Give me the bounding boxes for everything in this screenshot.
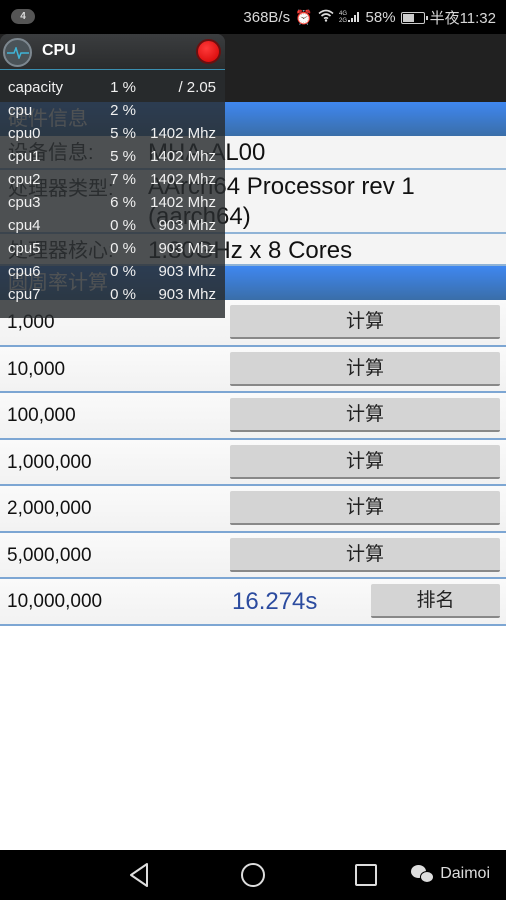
net-speed: 368B/s <box>243 9 291 26</box>
cpu-name: cpu1 <box>8 148 41 165</box>
calculate-button[interactable]: 计算 <box>230 491 500 525</box>
digits-label: 2,000,000 <box>7 498 92 519</box>
svg-text:4G: 4G <box>339 11 347 17</box>
cpu-stat-row: capacity 1 % / 2.05 <box>0 79 225 102</box>
cpu-freq: 1402 Mhz <box>150 125 216 142</box>
cpu-percent: 6 % <box>110 194 136 211</box>
digits-label: 10,000 <box>7 358 66 380</box>
cpu-freq: 903 Mhz <box>158 263 216 280</box>
cpu-name: cpu0 <box>8 125 41 142</box>
cpu-stat-row: cpu7 0 % 903 Mhz <box>0 286 225 309</box>
calc-row: 1,000,000 计算 <box>0 439 506 486</box>
calculate-button[interactable]: 计算 <box>230 537 500 572</box>
calc-row: 5,000,000 计算 <box>0 532 506 579</box>
cpu-percent: 7 % <box>110 171 136 188</box>
battery-fill <box>402 13 414 22</box>
cpu-monitor-overlay[interactable]: CPU capacity 1 % / 2.05 cpu 2 % cpu0 5 % 1402… <box>0 34 225 318</box>
alarm-icon: ⏰ <box>295 9 313 25</box>
pulse-icon <box>3 38 32 67</box>
calc-list: 1,000 计算 10,000 计算 100,000 计算 1,000,000 … <box>0 300 506 626</box>
cpu-stat-row: cpu 2 % <box>0 102 225 125</box>
cpu-stat-row: cpu0 5 % 1402 Mhz <box>0 125 225 148</box>
wechat-icon <box>411 865 435 883</box>
calculate-button[interactable]: 计算 <box>230 305 500 339</box>
cpu-percent: 0 % <box>110 263 136 280</box>
recents-icon <box>355 864 377 886</box>
calculate-button[interactable]: 计算 <box>230 398 500 432</box>
cpu-freq: 1402 Mhz <box>150 171 216 188</box>
cpu-freq: 1402 Mhz <box>150 148 216 165</box>
calculate-button[interactable]: 计算 <box>230 444 500 479</box>
cpu-stat-row: cpu6 0 % 903 Mhz <box>0 263 225 286</box>
cpu-name: cpu6 <box>8 263 41 280</box>
cpu-name: cpu4 <box>8 217 41 234</box>
cpu-percent: 1 % <box>110 79 136 96</box>
home-button[interactable] <box>240 862 266 893</box>
result-time: 16.274s <box>232 588 318 615</box>
cpu-percent: 0 % <box>110 240 136 257</box>
calc-row: 100,000 计算 <box>0 393 506 440</box>
back-button[interactable] <box>128 862 150 893</box>
watermark: Daimoi <box>411 865 490 883</box>
navigation-bar: Daimoi <box>0 850 506 900</box>
cpu-percent: 0 % <box>110 217 136 234</box>
cpu-overlay-title: CPU <box>42 42 76 59</box>
cpu-stat-row: cpu2 7 % 1402 Mhz <box>0 171 225 194</box>
notification-count-badge: 4 <box>11 9 35 24</box>
clock: 半夜11:32 <box>429 10 496 27</box>
status-bar: 4 368B/s ⏰ 4G 2G 58% 半夜11:32 <box>0 0 506 34</box>
cpu-percent: 5 % <box>110 148 136 165</box>
cpu-name: cpu7 <box>8 286 41 303</box>
wifi-icon <box>318 9 334 26</box>
cpu-freq: 903 Mhz <box>158 286 216 303</box>
digits-label: 100,000 <box>7 405 76 426</box>
cpu-overlay-header[interactable]: CPU <box>0 34 225 70</box>
calc-row: 10,000 计算 <box>0 346 506 393</box>
cpu-freq: 903 Mhz <box>158 217 216 234</box>
cpu-name: cpu <box>8 102 33 119</box>
svg-text:2G: 2G <box>339 18 347 23</box>
cpu-stats-list: capacity 1 % / 2.05 cpu 2 % cpu0 5 % 1402 Mhz… <box>0 70 225 309</box>
watermark-text: Daimoi <box>440 865 490 882</box>
cpu-stat-row: cpu3 6 % 1402 Mhz <box>0 194 225 217</box>
digits-label: 10,000,000 <box>7 591 103 612</box>
cpu-stat-row: cpu5 0 % 903 Mhz <box>0 240 225 263</box>
result-row: 10,000,000 16.274s 排名 <box>0 579 506 626</box>
cpu-name: cpu2 <box>8 171 41 188</box>
calc-row: 2,000,000 计算 <box>0 486 506 533</box>
cpu-percent: 2 % <box>110 102 136 119</box>
home-icon <box>241 863 265 887</box>
cpu-stat-row: cpu4 0 % 903 Mhz <box>0 217 225 240</box>
battery-icon <box>400 11 428 24</box>
signal-icon: 4G 2G <box>339 9 361 27</box>
digits-label: 5,000,000 <box>7 544 92 566</box>
cpu-percent: 5 % <box>110 125 136 142</box>
cpu-name: cpu3 <box>8 194 41 211</box>
cpu-stat-row: cpu1 5 % 1402 Mhz <box>0 148 225 171</box>
cpu-name: cpu5 <box>8 240 41 257</box>
cpu-freq: 1402 Mhz <box>150 194 216 211</box>
cpu-freq: / 2.05 <box>178 79 216 96</box>
digits-label: 1,000,000 <box>7 451 92 473</box>
status-icons: 368B/s ⏰ 4G 2G 58% 半夜11:32 <box>243 7 496 28</box>
cpu-freq: 903 Mhz <box>158 240 216 257</box>
recents-button[interactable] <box>354 862 378 893</box>
cpu-percent: 0 % <box>110 286 136 303</box>
close-overlay-button[interactable] <box>196 39 221 64</box>
calculate-button[interactable]: 计算 <box>230 351 500 386</box>
ranking-button[interactable]: 排名 <box>371 584 500 618</box>
battery-percent: 58% <box>365 9 396 26</box>
back-icon <box>130 863 148 887</box>
cpu-name: capacity <box>8 79 64 96</box>
